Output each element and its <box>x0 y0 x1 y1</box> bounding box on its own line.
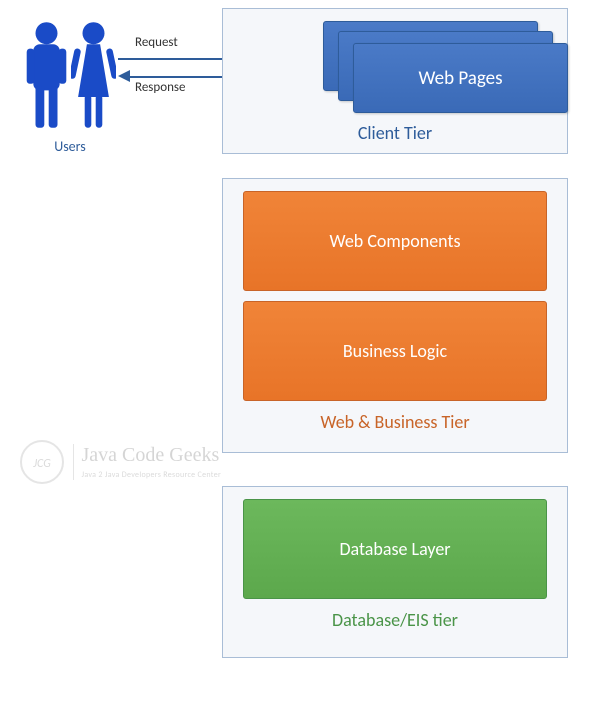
client-tier-box: Web Pages Client Tier <box>222 8 568 154</box>
database-layer-label: Database Layer <box>339 538 450 560</box>
watermark-subtitle: Java 2 Java Developers Resource Center <box>82 470 222 480</box>
database-layer-box: Database Layer <box>243 499 547 599</box>
person-male-icon <box>24 20 69 130</box>
web-components-label: Web Components <box>329 230 460 252</box>
web-business-tier-box: Web Components Business Logic Web & Busi… <box>222 178 568 453</box>
web-components-box: Web Components <box>243 191 547 291</box>
web-pages-stack: Web Pages <box>283 21 547 116</box>
database-tier-box: Database Layer Database/EIS tier <box>222 486 568 658</box>
users-section: Users <box>10 20 130 155</box>
watermark-title: Java Code Geeks <box>82 444 220 466</box>
business-logic-box: Business Logic <box>243 301 547 401</box>
business-logic-label: Business Logic <box>343 340 447 362</box>
users-icon <box>10 20 130 130</box>
request-label: Request <box>135 35 178 50</box>
watermark: JCG Java Code Geeks Java 2 Java Develope… <box>20 440 221 484</box>
watermark-logo-icon: JCG <box>20 440 64 484</box>
web-pages-card-front: Web Pages <box>353 43 568 113</box>
response-arrow-head <box>118 70 130 82</box>
users-label: Users <box>10 138 130 155</box>
person-female-icon <box>71 20 116 130</box>
response-label: Response <box>135 80 185 95</box>
web-business-tier-label: Web & Business Tier <box>243 411 547 433</box>
web-pages-label: Web Pages <box>418 67 502 90</box>
client-tier-label: Client Tier <box>243 122 547 144</box>
database-tier-label: Database/EIS tier <box>243 609 547 631</box>
